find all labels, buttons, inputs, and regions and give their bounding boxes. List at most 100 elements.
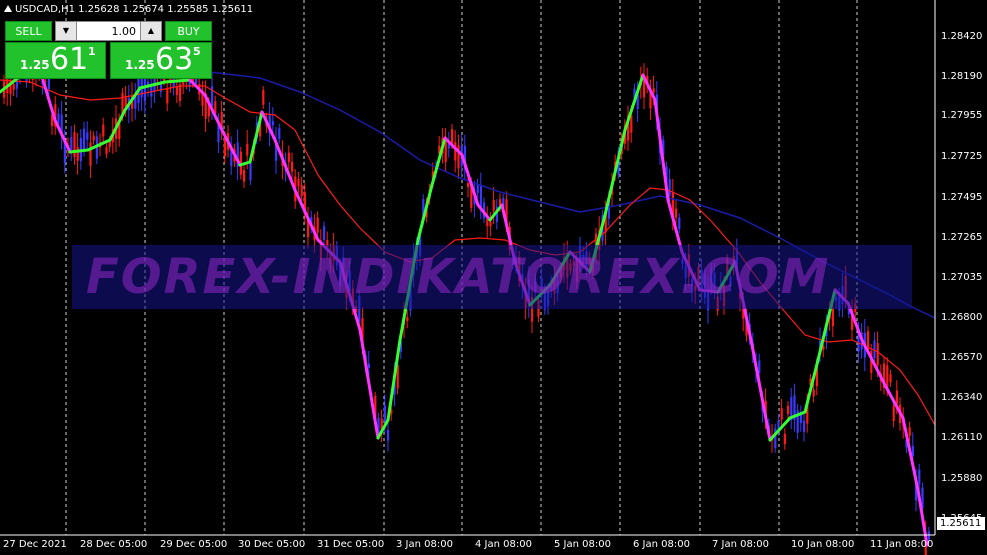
lot-size-input[interactable]: 1.00 [77,21,140,41]
watermark: FOREX-INDIKATOREX.COM [72,245,912,309]
candle-body [287,152,290,163]
candle-body [873,340,876,359]
y-tick-label: 1.26800 [941,312,983,323]
candle-body [387,429,390,441]
candle-body [262,90,265,105]
candle-body [12,84,15,90]
candle-body [105,147,108,155]
y-tick-label: 1.28190 [941,71,983,82]
candle-body [668,179,671,196]
x-tick-label: 7 Jan 08:00 [712,539,769,550]
candle-body [479,184,482,208]
sell-button[interactable]: SELL [5,21,52,41]
candle-body [166,88,169,104]
candle-body [406,317,409,322]
candle-body [492,199,495,211]
candle-body [316,217,319,233]
symbol-header: USDCAD,H1 1.25628 1.25674 1.25585 1.2561… [4,4,253,15]
trend-oscillator-segment [358,328,380,440]
candle-body [102,124,105,137]
candle-body [630,115,633,133]
sell-price-main: 61 [50,42,89,77]
y-tick-label: 1.26110 [941,432,983,443]
candle-body [300,184,303,197]
x-tick-label: 10 Jan 08:00 [791,539,855,550]
candle-body [652,88,655,93]
candle-body [892,405,895,422]
candle-body [454,142,457,161]
candle-body [249,162,252,181]
candle-body [895,390,898,404]
trend-oscillator-segment [108,108,127,142]
y-tick-label: 1.27725 [941,151,983,162]
candle-body [831,308,834,327]
y-tick-label: 1.26340 [941,392,983,403]
trend-oscillator-segment [750,343,772,442]
buy-price-prefix: 1.25 [125,58,155,72]
trend-oscillator-segment [768,416,792,442]
y-tick-label: 1.28420 [941,31,983,42]
buy-price-main: 63 [155,42,194,77]
trend-oscillator-segment [603,128,627,217]
lot-increase-button[interactable]: ▲ [140,21,162,41]
candle-body [323,226,326,241]
candle-body [70,137,73,150]
sell-quote[interactable]: 1.25 61 1 [5,42,106,79]
candle-body [73,132,76,158]
candle-body [812,389,815,397]
y-tick-label: 1.25880 [941,473,983,484]
y-tick-label: 1.27955 [941,110,983,121]
x-tick-label: 27 Dec 2021 [3,539,67,550]
x-tick-label: 6 Jan 08:00 [633,539,690,550]
watermark-text: FOREX-INDIKATOREX.COM [86,249,831,305]
candle-body [86,132,89,140]
trend-oscillator-segment [203,93,224,132]
y-tick-label: 1.27035 [941,272,983,283]
trend-oscillator-segment [163,78,192,84]
x-tick-label: 29 Dec 05:00 [160,539,228,550]
y-tick-label: 1.27495 [941,192,983,203]
candle-body [108,141,111,148]
candle-body [175,87,178,96]
candle-body [451,129,454,144]
candle-body [124,96,127,107]
collapse-triangle-icon[interactable] [4,5,12,12]
x-tick-label: 4 Jan 08:00 [475,539,532,550]
candle-body [246,143,249,156]
buy-button[interactable]: BUY [165,21,212,41]
sell-price-prefix: 1.25 [20,58,50,72]
current-price-label: 1.25611 [937,517,985,530]
candle-body [271,121,274,126]
candle-body [675,208,678,218]
candle-body [92,135,95,141]
x-tick-label: 3 Jan 08:00 [396,539,453,550]
candle-body [243,169,246,182]
trend-oscillator-segment [68,148,90,154]
candle-body [476,184,479,193]
candle-body [783,433,786,445]
candle-body [489,222,492,227]
candle-body [787,405,790,414]
trend-oscillator-segment [430,136,447,187]
candle-body [76,146,79,161]
buy-quote[interactable]: 1.25 63 5 [110,42,212,79]
one-click-trading-panel: SELL ▼ 1.00 ▲ BUY 1.25 61 1 1.25 63 5 [5,21,212,79]
candle-body [223,138,226,157]
symbol-label: USDCAD,H1 1.25628 1.25674 1.25585 1.2561… [15,4,254,15]
x-tick-label: 28 Dec 05:00 [80,539,148,550]
triangle-up-icon: ▲ [147,26,155,35]
x-tick-label: 31 Dec 05:00 [317,539,385,550]
candle-body [780,408,783,420]
lot-decrease-button[interactable]: ▼ [55,21,77,41]
candle-body [291,161,294,172]
candle-body [367,363,370,368]
sell-price-pip: 1 [88,45,96,58]
candle-body [678,217,681,229]
candle-body [908,427,911,436]
y-tick-label: 1.27265 [941,232,983,243]
candle-body [467,182,470,188]
candle-body [15,81,18,89]
candle-body [803,420,806,432]
candle-body [889,374,892,383]
candle-body [278,128,281,139]
